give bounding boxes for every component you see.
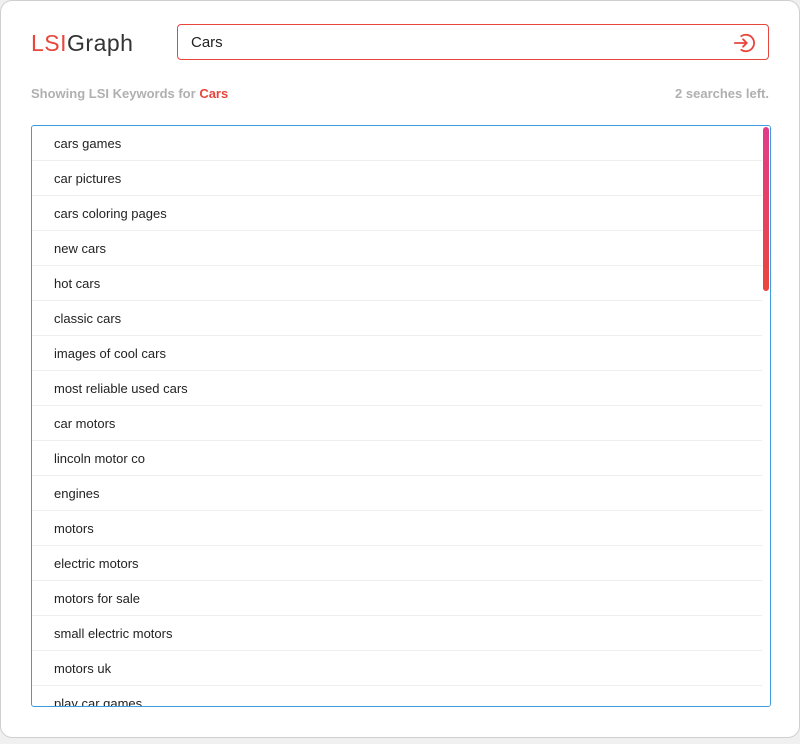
lsigraph-logo[interactable]: LSIGraph [31,30,133,56]
keyword-item[interactable]: cars games [32,126,763,161]
keyword-list: cars games car pictures cars coloring page… [32,126,770,706]
keyword-item[interactable]: cars coloring pages [32,196,763,231]
keyword-item[interactable]: car pictures [32,161,763,196]
keyword-item[interactable]: motors [32,511,763,546]
keyword-item[interactable]: new cars [32,231,763,266]
scrollbar-thumb[interactable] [763,127,769,291]
search-input[interactable] [191,32,711,52]
keyword-item[interactable]: play car games [32,686,763,706]
keyword-item[interactable]: most reliable used cars [32,371,763,406]
keyword-item[interactable]: car motors [32,406,763,441]
searches-left-text: 2 searches left. [675,86,769,101]
results-heading: Showing LSI Keywords for Cars [31,86,228,101]
results-heading-term: Cars [199,86,229,101]
scroll-track[interactable] [762,126,770,706]
keyword-item[interactable]: electric motors [32,546,763,581]
results-heading-prefix: Showing LSI Keywords for [31,86,196,101]
logo-lsi-text: LSI [31,30,68,56]
keyword-item[interactable]: motors uk [32,651,763,686]
keyword-item[interactable]: small electric motors [32,616,763,651]
keyword-item[interactable]: images of cool cars [32,336,763,371]
keyword-item[interactable]: motors for sale [32,581,763,616]
keyword-item[interactable]: classic cars [32,301,763,336]
logo-graph-text: Graph [67,30,134,56]
keyword-results-list[interactable]: cars games car pictures cars coloring page… [31,125,771,707]
keyword-item[interactable]: engines [32,476,763,511]
keyword-item[interactable]: lincoln motor co [32,441,763,476]
search-box [177,24,769,60]
app-frame: LSIGraph Showing LSI Keywords for Cars 2… [0,0,800,738]
keyword-item[interactable]: hot cars [32,266,763,301]
login-arrow-icon[interactable] [733,32,755,54]
